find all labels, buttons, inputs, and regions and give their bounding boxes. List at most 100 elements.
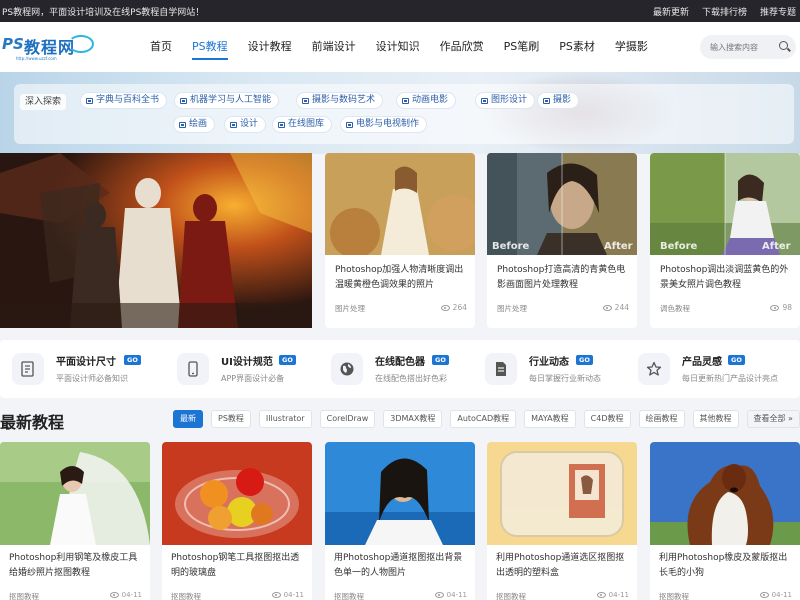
feature-subtitle: 平面设计师必备知识 <box>56 374 128 383</box>
filter-c4d[interactable]: C4D教程 <box>583 410 631 428</box>
tutorial-card[interactable]: 利用Photoshop通道选区抠图抠出透明的塑料盒 抠图教程 04-11 <box>487 442 637 600</box>
top-link-download-ranking[interactable]: 下载排行榜 <box>702 5 747 18</box>
nav-design-knowledge[interactable]: 设计知识 <box>366 22 430 72</box>
nav-frontend-design[interactable]: 前端设计 <box>302 22 366 72</box>
tag-label: 字典与百科全书 <box>96 95 160 105</box>
eye-icon <box>759 592 769 598</box>
tutorial-date: 04-11 <box>596 591 629 599</box>
nav-home[interactable]: 首页 <box>140 22 182 72</box>
tag-label: 绘画 <box>189 119 208 129</box>
go-badge: GO <box>576 355 593 365</box>
logo-url: http://www.uzzf.com <box>16 56 57 61</box>
tutorial-thumbnail <box>162 442 312 545</box>
thumbnail-image <box>0 442 150 545</box>
filter-latest[interactable]: 最新 <box>173 410 203 428</box>
tutorial-card[interactable]: 用Photoshop通道抠图抠出背景色单一的人物图片 抠图教程 04-11 <box>325 442 475 600</box>
explore-tag[interactable]: 电影与电视制作 <box>340 116 428 133</box>
filter-illustrator[interactable]: Illustrator <box>258 410 312 428</box>
explore-tag[interactable]: 字典与百科全书 <box>80 92 168 109</box>
featured-views: 244 <box>602 303 629 312</box>
feature-title: 平面设计尺寸 <box>56 357 116 368</box>
explore-tag[interactable]: 在线图库 <box>272 116 333 133</box>
feature-title: UI设计规范 <box>221 357 273 368</box>
tutorial-card[interactable]: 利用Photoshop橡皮及蒙版抠出长毛的小狗 抠图教程 04-11 <box>650 442 800 600</box>
go-badge: GO <box>728 355 745 365</box>
featured-card[interactable]: Before After Photoshop调出淡调蓝黄色的外景美女照片调色教程… <box>650 153 800 328</box>
header: PS 教程网 http://www.uzzf.com 首页 PS教程 设计教程 … <box>0 22 800 72</box>
nav-works-gallery[interactable]: 作品欣赏 <box>430 22 494 72</box>
top-links: 最新更新 下载排行榜 推荐专题 <box>653 5 796 18</box>
before-label: Before <box>660 241 698 252</box>
top-link-latest[interactable]: 最新更新 <box>653 5 689 18</box>
phone-icon <box>177 353 209 385</box>
search-input[interactable] <box>710 39 774 55</box>
tutorial-category: 抠图教程 <box>496 592 526 600</box>
filter-painting[interactable]: 绘画教程 <box>638 410 685 428</box>
explore-tag[interactable]: 图形设计 <box>475 92 536 109</box>
filter-maya[interactable]: MAYA教程 <box>524 410 576 428</box>
feature-industry-news[interactable]: 行业动态 GO 每日掌握行业新动态 <box>473 340 628 398</box>
tutorial-date: 04-11 <box>271 591 304 599</box>
featured-thumbnail: Before After <box>487 153 637 255</box>
tag-label: 摄影 <box>553 95 572 105</box>
eye-icon <box>440 304 450 311</box>
tag-icon <box>481 97 488 104</box>
site-slogan: PS教程网，平面设计培训及在线PS教程自学网站！ <box>2 8 205 18</box>
tutorial-category: 抠图教程 <box>659 592 689 600</box>
filter-other[interactable]: 其他教程 <box>692 410 739 428</box>
tutorial-thumbnail <box>325 442 475 545</box>
feature-product-inspiration[interactable]: 产品灵感 GO 每日更新热门产品设计亮点 <box>626 340 800 398</box>
tutorial-thumbnail <box>0 442 150 545</box>
explore-tag[interactable]: 机器学习与人工智能 <box>174 92 280 109</box>
explore-tag[interactable]: 动画电影 <box>396 92 457 109</box>
hero-image[interactable] <box>0 153 312 328</box>
category-filters: 最新 PS教程 Illustrator CorelDraw 3DMAX教程 Au… <box>173 410 800 428</box>
views-count: 244 <box>614 303 629 312</box>
nav-photography[interactable]: 学摄影 <box>605 22 658 72</box>
featured-card[interactable]: Photoshop加强人物清晰度调出温暖黄橙色调效果的照片 图片处理 264 <box>325 153 475 328</box>
tag-icon <box>278 121 285 128</box>
feature-title: 行业动态 <box>529 357 569 368</box>
filter-3dmax[interactable]: 3DMAX教程 <box>383 410 443 428</box>
explore-tag[interactable]: 设计 <box>224 116 267 133</box>
filter-autocad[interactable]: AutoCAD教程 <box>450 410 517 428</box>
tutorial-category: 抠图教程 <box>334 592 364 600</box>
filter-coreldraw[interactable]: CorelDraw <box>319 410 376 428</box>
logo-ps-mark: PS <box>2 35 24 53</box>
featured-views: 264 <box>440 303 467 312</box>
nav-ps-tutorials[interactable]: PS教程 <box>182 22 238 72</box>
tutorial-title: 利用Photoshop通道选区抠图抠出透明的塑料盒 <box>496 553 625 578</box>
featured-views: 98 <box>770 303 792 312</box>
explore-panel: 深入探索 字典与百科全书 机器学习与人工智能 摄影与数码艺术 动画电影 图形设计… <box>14 84 794 144</box>
ruler-doc-icon <box>12 353 44 385</box>
filter-ps[interactable]: PS教程 <box>211 410 251 428</box>
nav-ps-brushes[interactable]: PS笔刷 <box>494 22 550 72</box>
go-badge: GO <box>432 355 449 365</box>
tag-label: 摄影与数码艺术 <box>312 95 376 105</box>
nav-design-tutorials[interactable]: 设计教程 <box>238 22 302 72</box>
after-label: After <box>762 241 791 252</box>
tag-icon <box>230 121 237 128</box>
explore-tag[interactable]: 摄影与数码艺术 <box>296 92 384 109</box>
eye-icon <box>109 592 119 598</box>
featured-card[interactable]: Before After Photoshop打造高清的青黄色电影画面图片处理教程… <box>487 153 637 328</box>
search-icon[interactable] <box>779 41 788 50</box>
date-text: 04-11 <box>771 591 792 599</box>
tutorial-card[interactable]: Photoshop钢笔工具抠图抠出透明的玻璃盘 抠图教程 04-11 <box>162 442 312 600</box>
explore-tag[interactable]: 摄影 <box>537 92 580 109</box>
feature-ui-spec[interactable]: UI设计规范 GO APP界面设计必备 <box>165 340 315 398</box>
tutorial-category: 抠图教程 <box>9 592 39 600</box>
nav-ps-materials[interactable]: PS素材 <box>549 22 605 72</box>
after-label: After <box>604 241 633 252</box>
top-link-recommended-topics[interactable]: 推荐专题 <box>760 5 796 18</box>
tag-icon <box>302 97 309 104</box>
go-badge: GO <box>124 355 141 365</box>
feature-color-picker[interactable]: 在线配色器 GO 在线配色搭出好色彩 <box>319 340 474 398</box>
top-bar: PS教程网，平面设计培训及在线PS教程自学网站！ 最新更新 下载排行榜 推荐专题 <box>0 0 800 22</box>
view-all-link[interactable]: 查看全部 » <box>746 410 800 428</box>
feature-design-sizes[interactable]: 平面设计尺寸 GO 平面设计师必备知识 <box>0 340 160 398</box>
site-logo[interactable]: PS 教程网 http://www.uzzf.com <box>2 32 94 62</box>
tag-icon <box>543 97 550 104</box>
explore-tag[interactable]: 绘画 <box>173 116 216 133</box>
tutorial-card[interactable]: Photoshop利用钢笔及橡皮工具给婚纱照片抠图教程 抠图教程 04-11 <box>0 442 150 600</box>
